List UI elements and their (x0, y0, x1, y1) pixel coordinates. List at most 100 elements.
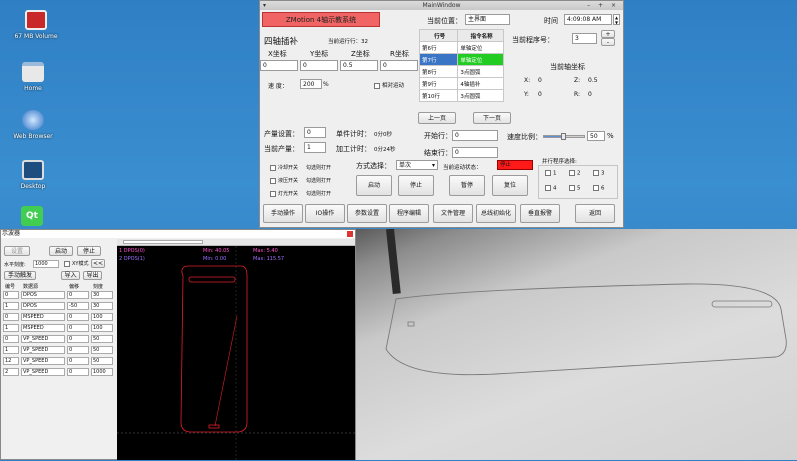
parallel-checkbox-1[interactable]: 1 (545, 170, 557, 177)
channel-source-select[interactable]: MSPEED (21, 313, 65, 321)
output-setting-input[interactable]: 0 (304, 127, 326, 138)
channel-scale-input[interactable]: 100 (91, 324, 113, 332)
channel-offset-input[interactable]: 0 (67, 335, 89, 343)
channel-offset-input[interactable]: 0 (67, 346, 89, 354)
window-controls[interactable]: – + × (587, 1, 619, 10)
start-button[interactable]: 启动 (356, 175, 392, 196)
channel-offset-input[interactable]: 0 (67, 357, 89, 365)
channel-scale-input[interactable]: 50 (91, 357, 113, 365)
speed-ratio-field[interactable]: 50 (587, 131, 605, 141)
channel-source-select[interactable]: DPOS (21, 302, 65, 310)
desktop-icon-volume[interactable]: 67 MB Volume (6, 10, 66, 40)
desktop-icon-desktop[interactable]: Desktop (3, 160, 63, 190)
desktop-icon-home[interactable]: Home (3, 62, 63, 92)
channel-source-select[interactable]: DPOS (21, 291, 65, 299)
mode-select[interactable]: 单次 ▾ (396, 160, 438, 170)
program-down-button[interactable]: - (601, 38, 615, 46)
program-edit-button[interactable]: 程序编辑 (389, 204, 429, 223)
speed-ratio-slider-handle[interactable] (561, 133, 566, 140)
parallel-checkbox-5[interactable]: 5 (569, 185, 581, 192)
table-row-selected[interactable]: 第7行 单轴定位 (418, 53, 504, 66)
start-line-input[interactable]: 0 (452, 130, 498, 141)
return-button[interactable]: 返回 (575, 204, 615, 223)
scope-stop-button[interactable]: 停止 (77, 246, 101, 256)
bus-init-button[interactable]: 总线初始化 (476, 204, 516, 223)
pause-button[interactable]: 暂停 (449, 175, 485, 196)
parallel-checkbox-6[interactable]: 6 (593, 185, 605, 192)
coolant-checkbox[interactable]: 冷却开关 勾选则打开 (270, 162, 331, 175)
channel-offset-input[interactable]: 0 (67, 313, 89, 321)
x-coord-input[interactable]: 0 (260, 60, 298, 71)
parallel-checkbox-label: 3 (601, 170, 605, 177)
speed-unit: % (323, 81, 329, 88)
z-coord-input[interactable]: 0.5 (340, 60, 378, 71)
end-line-input[interactable]: 0 (452, 147, 498, 158)
channel-scale-input[interactable]: 100 (91, 313, 113, 321)
desktop-icon-qt[interactable]: Qt (2, 206, 62, 229)
xy-mode-checkbox[interactable]: XY模式 (64, 260, 88, 267)
channel-num-select[interactable]: 2 (3, 368, 19, 376)
channel-source-select[interactable]: VP_SPEED (21, 346, 65, 354)
scope-scrollbar-thumb[interactable] (123, 240, 203, 244)
speed-ratio-slider[interactable] (543, 133, 585, 140)
table-row: 2 VP_SPEED 0 1000 (3, 368, 115, 377)
parallel-checkbox-2[interactable]: 2 (569, 170, 581, 177)
reset-button[interactable]: 复位 (492, 175, 528, 196)
manual-trigger-button[interactable]: 手动触发 (4, 271, 36, 280)
channel-num-select[interactable]: 0 (3, 335, 19, 343)
desktop-icon-web-browser[interactable]: Web Browser (3, 110, 63, 140)
scope-start-button[interactable]: 启动 (49, 246, 73, 256)
channel-scale-input[interactable]: 50 (91, 335, 113, 343)
channel-num-select[interactable]: 0 (3, 313, 19, 321)
parameter-settings-button[interactable]: 参数设置 (347, 204, 387, 223)
y-coord-input[interactable]: 0 (300, 60, 338, 71)
scope-scrollbar[interactable] (117, 239, 355, 246)
file-management-button[interactable]: 文件管理 (433, 204, 473, 223)
table-row[interactable]: 第6行 单轴定位 (418, 41, 504, 54)
channel-scale-input[interactable]: 30 (91, 302, 113, 310)
alarm-button[interactable]: 垂直报警 (520, 204, 560, 223)
h-scale-input[interactable]: 1000 (33, 260, 59, 268)
channel-offset-input[interactable]: 0 (67, 368, 89, 376)
relative-motion-checkbox[interactable]: 相对运动 (374, 81, 404, 89)
speed-input[interactable]: 200 (300, 79, 322, 89)
scope-setup-button[interactable]: 设置 (4, 246, 30, 256)
prev-page-button[interactable]: 上一页 (418, 112, 456, 124)
program-up-button[interactable]: + (601, 30, 615, 38)
channel-num-select[interactable]: 1 (3, 302, 19, 310)
channel-scale-input[interactable]: 1000 (91, 368, 113, 376)
close-icon[interactable] (347, 231, 353, 237)
channel-scale-input[interactable]: 50 (91, 346, 113, 354)
channel-offset-input[interactable]: -50 (67, 302, 89, 310)
table-row[interactable]: 第10行 3点圆弧 (418, 89, 504, 102)
export-button[interactable]: 导出 (83, 271, 102, 280)
r-coord-input[interactable]: 0 (380, 60, 418, 71)
channel-source-select[interactable]: VP_SPEED (21, 357, 65, 365)
channel-num-select[interactable]: 1 (3, 324, 19, 332)
stop-button[interactable]: 停止 (398, 175, 434, 196)
speed-label: 速 度： (268, 83, 288, 90)
window-menu-icon[interactable]: ▾ (263, 1, 266, 10)
parallel-checkbox-3[interactable]: 3 (593, 170, 605, 177)
collapse-button[interactable]: << (91, 259, 105, 268)
channel-offset-input[interactable]: 0 (67, 291, 89, 299)
channel-scale-input[interactable]: 30 (91, 291, 113, 299)
current-program-field[interactable]: 3 (572, 33, 597, 44)
table-row[interactable]: 第9行 4轴插补 (418, 77, 504, 90)
io-operation-button[interactable]: IO操作 (305, 204, 345, 223)
table-row[interactable]: 第8行 3点圆弧 (418, 65, 504, 78)
channel-offset-input[interactable]: 0 (67, 324, 89, 332)
parallel-checkbox-4[interactable]: 4 (545, 185, 557, 192)
import-button[interactable]: 导入 (61, 271, 80, 280)
next-page-button[interactable]: 下一页 (473, 112, 511, 124)
hydraulic-checkbox[interactable]: 液压开关 勾选则打开 (270, 175, 331, 188)
channel-source-select[interactable]: VP_SPEED (21, 335, 65, 343)
channel-source-select[interactable]: VP_SPEED (21, 368, 65, 376)
channel-source-select[interactable]: MSPEED (21, 324, 65, 332)
channel-num-select[interactable]: 12 (3, 357, 19, 365)
channel-num-select[interactable]: 1 (3, 346, 19, 354)
light-checkbox[interactable]: 灯光开关 勾选则打开 (270, 188, 331, 201)
time-spinner[interactable]: ▲ ▼ (613, 14, 620, 25)
channel-num-select[interactable]: 0 (3, 291, 19, 299)
manual-operation-button[interactable]: 手动操作 (263, 204, 303, 223)
